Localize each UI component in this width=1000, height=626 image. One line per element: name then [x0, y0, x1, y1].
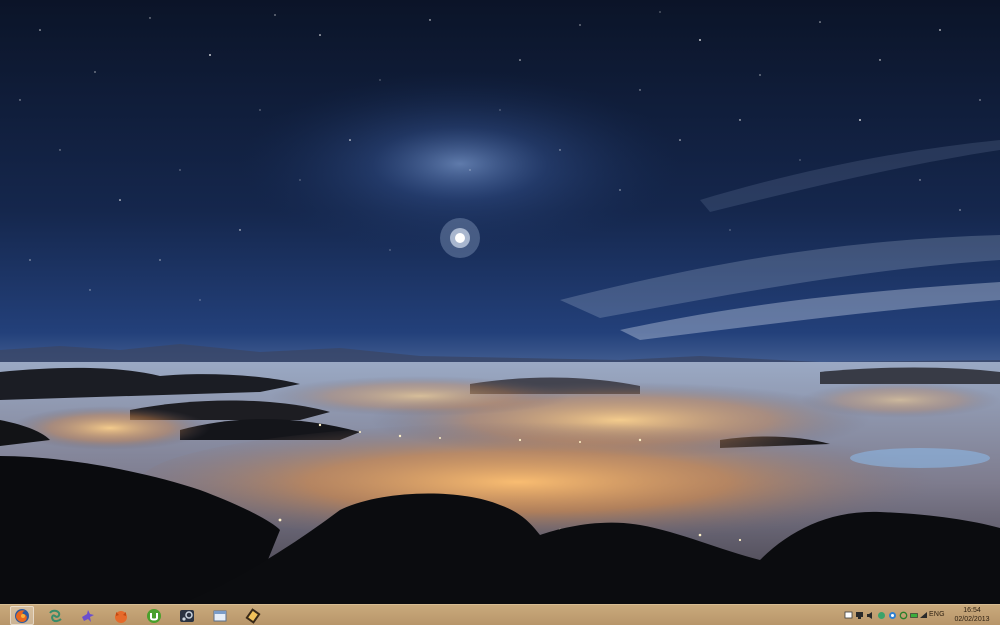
firefox-icon	[15, 608, 29, 623]
clock[interactable]: 16:54 02/02/2013	[946, 606, 998, 624]
system-tray: ENG 16:54 02/02/2013	[840, 605, 1000, 626]
language-indicator[interactable]: ENG	[929, 611, 945, 618]
taskbar-app2-button[interactable]	[43, 606, 67, 625]
swirl-icon	[49, 609, 62, 622]
taskbar-utorrent-button[interactable]	[142, 606, 166, 625]
moon	[455, 233, 465, 243]
taskbar-window-app-button[interactable]	[208, 606, 232, 625]
taskbar-media-app-button[interactable]	[241, 606, 265, 625]
taskbar: ENG 16:54 02/02/2013	[0, 604, 1000, 625]
shield-icon[interactable]	[888, 611, 897, 620]
window-icon	[213, 610, 227, 621]
refresh-icon[interactable]	[899, 611, 908, 620]
bird-icon	[82, 609, 94, 622]
network-icon[interactable]	[877, 611, 886, 620]
steam-icon	[180, 609, 194, 622]
utorrent-icon	[147, 608, 161, 623]
taskbar-app4-button[interactable]	[109, 606, 133, 625]
monitor-icon[interactable]	[855, 611, 864, 620]
taskbar-firefox-button[interactable]	[10, 606, 34, 625]
wifi-icon[interactable]	[919, 611, 928, 620]
film-icon	[245, 607, 261, 624]
battery-icon[interactable]	[910, 611, 919, 620]
clock-date: 02/02/2013	[954, 616, 990, 623]
clock-time: 16:54	[963, 607, 981, 614]
taskbar-steam-button[interactable]	[175, 606, 199, 625]
wallpaper-image	[0, 0, 1000, 604]
fox-icon	[115, 610, 127, 623]
desktop-wallpaper	[0, 0, 1000, 604]
taskbar-app3-button[interactable]	[76, 606, 100, 625]
flag-icon[interactable]	[844, 611, 853, 620]
speaker-icon[interactable]	[866, 611, 875, 620]
